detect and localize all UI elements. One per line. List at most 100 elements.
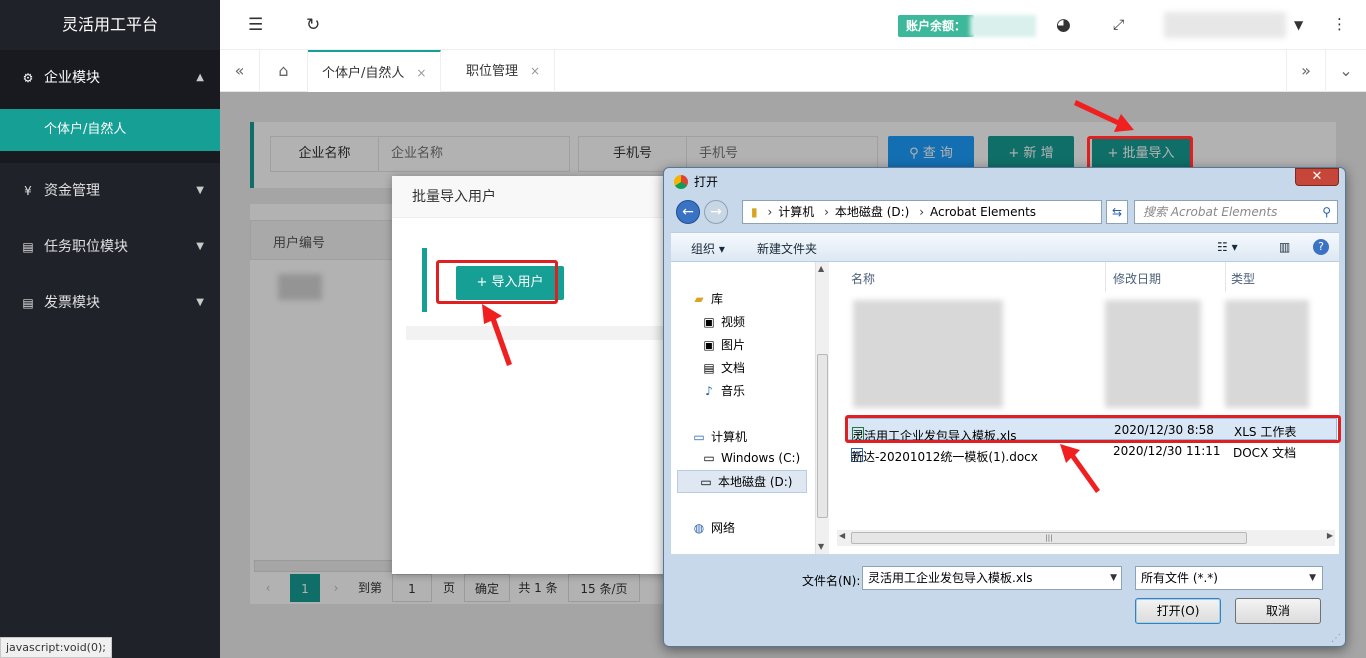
batch-import-highlight [1087, 136, 1193, 170]
caret-down-icon: ▼ [196, 185, 204, 196]
annotation-arrow [1060, 444, 1100, 493]
library-icon: ▰ [694, 292, 704, 306]
user-name[interactable] [1164, 12, 1286, 38]
col-date[interactable]: 修改日期 [1113, 270, 1161, 287]
fullscreen-icon[interactable]: ⤢ [1113, 17, 1124, 33]
file-date: 2020/12/30 11:11 [1113, 444, 1221, 458]
palette-icon[interactable]: ◕ [1056, 15, 1071, 35]
tab-scroll-left-icon[interactable]: « [220, 50, 260, 92]
more-icon[interactable]: ⋮ [1332, 15, 1347, 33]
nav-documents[interactable]: ▤ 文档 [701, 359, 745, 376]
dialog-toolbar: 组织 ▾ 新建文件夹 ☷ ▾ ▥ ? [671, 232, 1339, 262]
new-folder-button[interactable]: 新建文件夹 [757, 240, 817, 257]
close-icon[interactable]: × [530, 64, 540, 78]
nav-library[interactable]: ▰ 库 [691, 290, 723, 307]
home-icon[interactable]: ⌂ [260, 50, 308, 92]
dialog-close-button[interactable]: ✕ [1295, 168, 1339, 186]
chrome-icon [674, 175, 688, 189]
col-name[interactable]: 名称 [851, 270, 875, 287]
refresh-icon[interactable]: ↻ [306, 15, 320, 35]
close-icon[interactable]: × [416, 66, 426, 80]
scroll-left-icon[interactable]: ◀ [839, 531, 845, 540]
account-balance-label: 账户余额： [898, 15, 975, 37]
sidebar-item-invoice[interactable]: ▤ 发票模块 ▼ [0, 275, 220, 331]
organize-button[interactable]: 组织 ▾ [691, 240, 725, 257]
view-options-icon[interactable]: ☷ ▾ [1217, 240, 1238, 254]
open-button[interactable]: 打开(O) [1135, 598, 1221, 624]
nav-scrollbar[interactable]: ▲ ▼ [815, 262, 829, 554]
dialog-search-input[interactable]: 搜索 Acrobat Elements ⚲ [1134, 200, 1338, 224]
filename-input[interactable]: 灵活用工企业发包导入模板.xls ▼ [862, 566, 1122, 590]
file-name: 新达-20201012统一模板(1).docx [851, 450, 1038, 464]
dropdown-arrow-icon[interactable]: ▼ [1309, 567, 1316, 589]
tab-bar: « ⌂ 个体户/自然人 × 职位管理 × » ⌄ [220, 50, 1366, 92]
path-segment[interactable]: Acrobat Elements [930, 205, 1036, 219]
caret-up-icon: ▲ [196, 72, 204, 83]
tab-individual[interactable]: 个体户/自然人 × [308, 50, 442, 92]
search-placeholder: 搜索 Acrobat Elements [1143, 205, 1278, 219]
file-type: DOCX 文档 [1233, 446, 1297, 460]
yen-icon: ¥ [24, 184, 32, 198]
filetype-value: 所有文件 (*.*) [1141, 571, 1218, 585]
drive-icon: ▭ [700, 475, 712, 489]
invoice-icon: ▤ [22, 296, 34, 310]
chevron-down-icon[interactable]: ⌄ [1326, 50, 1366, 92]
sidebar-item-tasks[interactable]: ▤ 任务职位模块 ▼ [0, 219, 220, 275]
nav-network[interactable]: ◍ 网络 [691, 519, 735, 536]
sidebar-item-label: 资金管理 [44, 183, 100, 199]
tab-label: 职位管理 [466, 64, 519, 79]
batch-import-modal: 批量导入用户 + 导入用户 [392, 176, 682, 574]
dialog-title-text: 打开 [694, 175, 719, 189]
scroll-thumb[interactable]: ||| [851, 532, 1247, 544]
picture-icon: ▣ [703, 338, 715, 352]
caret-down-icon: ▼ [196, 297, 204, 308]
network-icon: ◍ [693, 521, 705, 535]
col-type[interactable]: 类型 [1231, 270, 1255, 287]
nav-videos[interactable]: ▣ 视频 [701, 313, 745, 330]
forward-icon[interactable]: → [704, 200, 728, 224]
preview-pane-icon[interactable]: ▥ [1279, 240, 1290, 254]
scroll-thumb[interactable] [817, 354, 828, 518]
address-bar[interactable]: ▮ › 计算机 › 本地磁盘 (D:) › Acrobat Elements [742, 200, 1102, 224]
scroll-down-icon[interactable]: ▼ [818, 542, 824, 551]
top-header: ☰ ↻ 账户余额： ◕ ⤢ ▼ ⋮ [220, 0, 1366, 50]
blurred-file [853, 300, 1003, 408]
nav-computer[interactable]: ▭ 计算机 [691, 428, 747, 445]
annotation-arrow [1074, 100, 1134, 132]
menu-icon[interactable]: ☰ [248, 15, 263, 35]
back-icon[interactable]: ← [676, 200, 700, 224]
file-open-dialog: 打开 ✕ ← → ▮ › 计算机 › 本地磁盘 (D:) › Acrobat Elem… [663, 167, 1346, 647]
resize-grip-icon[interactable]: ⋰ [1331, 633, 1341, 644]
nav-music[interactable]: ♪ 音乐 [701, 382, 745, 399]
tab-label: 个体户/自然人 [322, 66, 405, 81]
tab-scroll-right-icon[interactable]: » [1286, 50, 1326, 92]
sidebar-item-funds[interactable]: ¥ 资金管理 ▼ [0, 163, 220, 219]
sidebar-item-enterprise[interactable]: ⚙ 企业模块 ▲ [0, 50, 220, 106]
sidebar: 灵活用工平台 ⚙ 企业模块 ▲ 个体户/自然人 ¥ 资金管理 ▼ ▤ 任务职位模块 ▼… [0, 0, 220, 658]
address-row: ← → ▮ › 计算机 › 本地磁盘 (D:) › Acrobat Elements … [672, 198, 1338, 226]
filetype-select[interactable]: 所有文件 (*.*) ▼ [1135, 566, 1323, 590]
clipboard-icon: ▤ [22, 240, 34, 254]
scroll-up-icon[interactable]: ▲ [818, 264, 824, 273]
drive-icon: ▭ [703, 451, 715, 465]
filename-label: 文件名(N): [802, 574, 861, 588]
refresh-icon[interactable]: ⇆ [1106, 200, 1128, 224]
cancel-button[interactable]: 取消 [1235, 598, 1321, 624]
file-highlight [845, 415, 1341, 443]
folder-icon: ▮ [751, 205, 758, 219]
nav-drive-d[interactable]: ▭ 本地磁盘 (D:) [677, 470, 808, 493]
path-segment[interactable]: 计算机 [778, 205, 814, 219]
nav-drive-c[interactable]: ▭ Windows (C:) [701, 451, 800, 465]
help-icon[interactable]: ? [1313, 239, 1329, 255]
brand-title: 灵活用工平台 [0, 0, 220, 50]
scroll-right-icon[interactable]: ▶ [1327, 531, 1333, 540]
navigation-pane: ▰ 库 ▣ 视频 ▣ 图片 ▤ 文档 ♪ 音乐 ▭ 计算机 ▭ Windows (C:) ▭ 本… [671, 262, 829, 554]
account-balance-value [970, 15, 1036, 37]
tab-position-management[interactable]: 职位管理 × [452, 50, 556, 92]
dropdown-arrow-icon[interactable]: ▼ [1110, 567, 1117, 589]
file-list-scrollbar[interactable]: ◀ ||| ▶ [837, 530, 1335, 546]
caret-down-icon[interactable]: ▼ [1294, 18, 1303, 32]
path-segment[interactable]: 本地磁盘 (D:) [835, 205, 909, 219]
nav-pictures[interactable]: ▣ 图片 [701, 336, 745, 353]
sidebar-subitem-individual[interactable]: 个体户/自然人 [0, 109, 220, 151]
